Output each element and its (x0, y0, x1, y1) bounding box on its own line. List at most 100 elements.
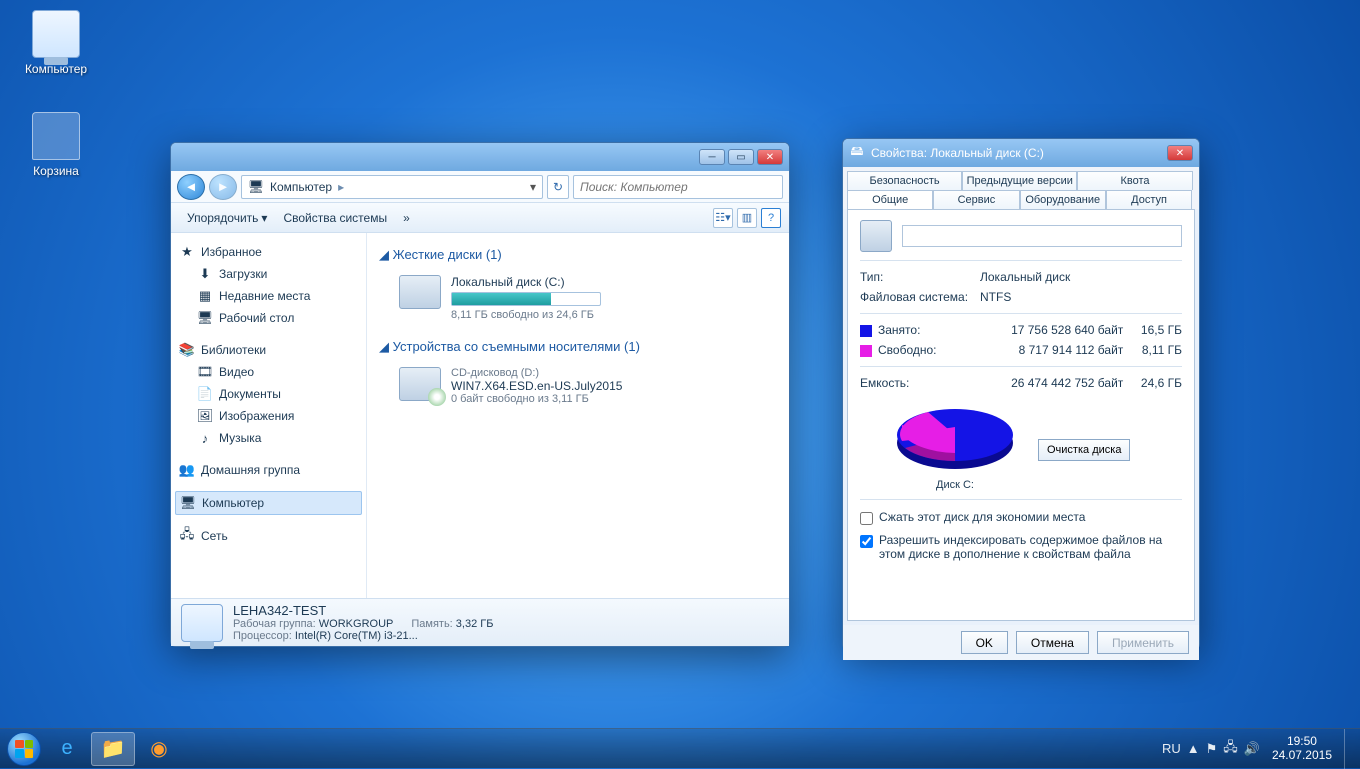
tab-previous-versions[interactable]: Предыдущие версии (962, 171, 1077, 190)
tree-documents[interactable]: 📄Документы (175, 383, 362, 405)
tab-tools[interactable]: Сервис (933, 190, 1019, 209)
language-indicator[interactable]: RU (1162, 741, 1181, 756)
address-bar[interactable]: 🖥 Компьютер ▸ ▾ (241, 175, 543, 199)
nav-tree: ★Избранное ⬇Загрузки ▦Недавние места 🖥Ра… (171, 233, 367, 598)
windows-logo-icon (7, 732, 41, 766)
breadcrumb-segment[interactable]: Компьютер (270, 180, 332, 194)
close-button[interactable]: ✕ (1167, 145, 1193, 161)
dialog-title: Свойства: Локальный диск (C:) (871, 146, 1044, 160)
music-icon: ♪ (197, 430, 213, 446)
drive-capacity-bar (451, 292, 601, 306)
desktop-icon-recycle-bin[interactable]: Корзина (18, 112, 94, 178)
image-icon: 🖼 (197, 408, 213, 424)
drive-label: WIN7.X64.ESD.en-US.July2015 (451, 379, 622, 393)
network-icon: 🖧 (179, 528, 195, 544)
tree-computer[interactable]: 🖥Компьютер (175, 491, 362, 515)
apply-button[interactable]: Применить (1097, 631, 1189, 654)
free-color-swatch (860, 345, 872, 357)
cancel-button[interactable]: Отмена (1016, 631, 1089, 654)
explorer-nav: ◄ ► 🖥 Компьютер ▸ ▾ ↻ (171, 171, 789, 203)
chevron-down-icon: ▾ (261, 211, 267, 225)
maximize-button[interactable]: ▭ (728, 149, 754, 165)
tab-sharing[interactable]: Доступ (1106, 190, 1192, 209)
action-center-icon[interactable]: ⚑ (1206, 741, 1218, 757)
tree-recent[interactable]: ▦Недавние места (175, 285, 362, 307)
index-checkbox[interactable]: Разрешить индексировать содержимое файло… (860, 529, 1182, 565)
show-hidden-icons[interactable]: ▲ (1187, 741, 1200, 756)
explorer-statusbar: LEHA342-TEST Рабочая группа: WORKGROUP П… (171, 598, 789, 646)
drive-c[interactable]: Локальный диск (C:) 8,11 ГБ свободно из … (379, 269, 777, 333)
clock-date: 24.07.2015 (1272, 749, 1332, 763)
tree-videos[interactable]: 🎞Видео (175, 361, 362, 383)
nav-forward-button[interactable]: ► (209, 174, 237, 200)
homegroup-icon: 👥 (179, 462, 195, 478)
tree-libraries[interactable]: 📚Библиотеки (175, 339, 362, 361)
close-button[interactable]: ✕ (757, 149, 783, 165)
taskbar-ie[interactable]: e (45, 732, 89, 766)
tab-panel-general: Тип:Локальный диск Файловая система:NTFS… (847, 209, 1195, 621)
preview-pane-button[interactable]: ▥ (737, 208, 757, 228)
pie-label: Диск C: (890, 477, 1020, 491)
taskbar: e 📁 ◉ RU ▲ ⚑ 🖧 🔊 19:50 24.07.2015 (0, 728, 1360, 768)
tab-quota[interactable]: Квота (1077, 171, 1192, 190)
toolbar-overflow-button[interactable]: » (395, 207, 418, 229)
tree-network[interactable]: 🖧Сеть (175, 525, 362, 547)
nav-back-button[interactable]: ◄ (177, 174, 205, 200)
cd-drive-icon (399, 367, 441, 401)
start-button[interactable] (4, 729, 44, 769)
properties-titlebar[interactable]: 🖴 Свойства: Локальный диск (C:) ✕ (843, 139, 1199, 167)
ie-icon: e (61, 737, 72, 760)
tab-hardware[interactable]: Оборудование (1020, 190, 1106, 209)
hdd-icon (399, 275, 441, 309)
address-dropdown[interactable]: ▾ (530, 180, 536, 194)
show-desktop-button[interactable] (1344, 729, 1352, 769)
section-hard-drives[interactable]: ◢ Жесткие диски (1) (379, 241, 777, 269)
folder-icon: 📁 (101, 736, 126, 761)
view-mode-button[interactable]: ☷▾ (713, 208, 733, 228)
star-icon: ★ (179, 244, 195, 260)
tab-security[interactable]: Безопасность (847, 171, 962, 190)
organize-button[interactable]: Упорядочить▾ (179, 207, 275, 229)
explorer-titlebar[interactable]: ─ ▭ ✕ (171, 143, 789, 171)
section-removable[interactable]: ◢ Устройства со съемными носителями (1) (379, 333, 777, 361)
chevron-right-icon[interactable]: ▸ (338, 180, 344, 194)
desktop-icon-label: Корзина (18, 164, 94, 178)
network-icon[interactable]: 🖧 (1223, 738, 1238, 760)
tab-general[interactable]: Общие (847, 190, 933, 209)
recycle-bin-icon (32, 112, 80, 160)
volume-label-input[interactable] (902, 225, 1182, 247)
hdd-icon: 🖴 (849, 145, 865, 161)
clock[interactable]: 19:50 24.07.2015 (1266, 735, 1338, 763)
drive-d[interactable]: CD-дисковод (D:) WIN7.X64.ESD.en-US.July… (379, 361, 777, 417)
properties-dialog: 🖴 Свойства: Локальный диск (C:) ✕ Безопа… (842, 138, 1200, 650)
taskbar-explorer[interactable]: 📁 (91, 732, 135, 766)
system-properties-button[interactable]: Свойства системы (275, 207, 395, 229)
minimize-button[interactable]: ─ (699, 149, 725, 165)
media-player-icon: ◉ (150, 736, 167, 761)
desktop-icon-computer[interactable]: Компьютер (18, 10, 94, 76)
drive-name: Локальный диск (C:) (451, 275, 601, 289)
computer-icon (32, 10, 80, 58)
tree-desktop[interactable]: 🖥Рабочий стол (175, 307, 362, 329)
volume-icon[interactable]: 🔊 (1244, 741, 1260, 757)
disk-cleanup-button[interactable]: Очистка диска (1038, 439, 1130, 461)
search-input[interactable] (573, 175, 783, 199)
ok-button[interactable]: OK (961, 631, 1008, 654)
tree-homegroup[interactable]: 👥Домашняя группа (175, 459, 362, 481)
compress-checkbox[interactable]: Сжать этот диск для экономии места (860, 506, 1182, 529)
refresh-button[interactable]: ↻ (547, 175, 569, 199)
drive-free-text: 8,11 ГБ свободно из 24,6 ГБ (451, 309, 601, 321)
desktop-icon: 🖥 (197, 310, 213, 326)
help-button[interactable]: ? (761, 208, 781, 228)
tree-pictures[interactable]: 🖼Изображения (175, 405, 362, 427)
tree-favorites[interactable]: ★Избранное (175, 241, 362, 263)
clock-time: 19:50 (1272, 735, 1332, 749)
computer-icon: 🖥 (248, 179, 264, 195)
tree-music[interactable]: ♪Музыка (175, 427, 362, 449)
libraries-icon: 📚 (179, 342, 195, 358)
taskbar-media-player[interactable]: ◉ (137, 732, 181, 766)
used-color-swatch (860, 325, 872, 337)
system-tray: RU ▲ ⚑ 🖧 🔊 19:50 24.07.2015 (1162, 729, 1356, 769)
computer-icon (181, 604, 223, 642)
tree-downloads[interactable]: ⬇Загрузки (175, 263, 362, 285)
